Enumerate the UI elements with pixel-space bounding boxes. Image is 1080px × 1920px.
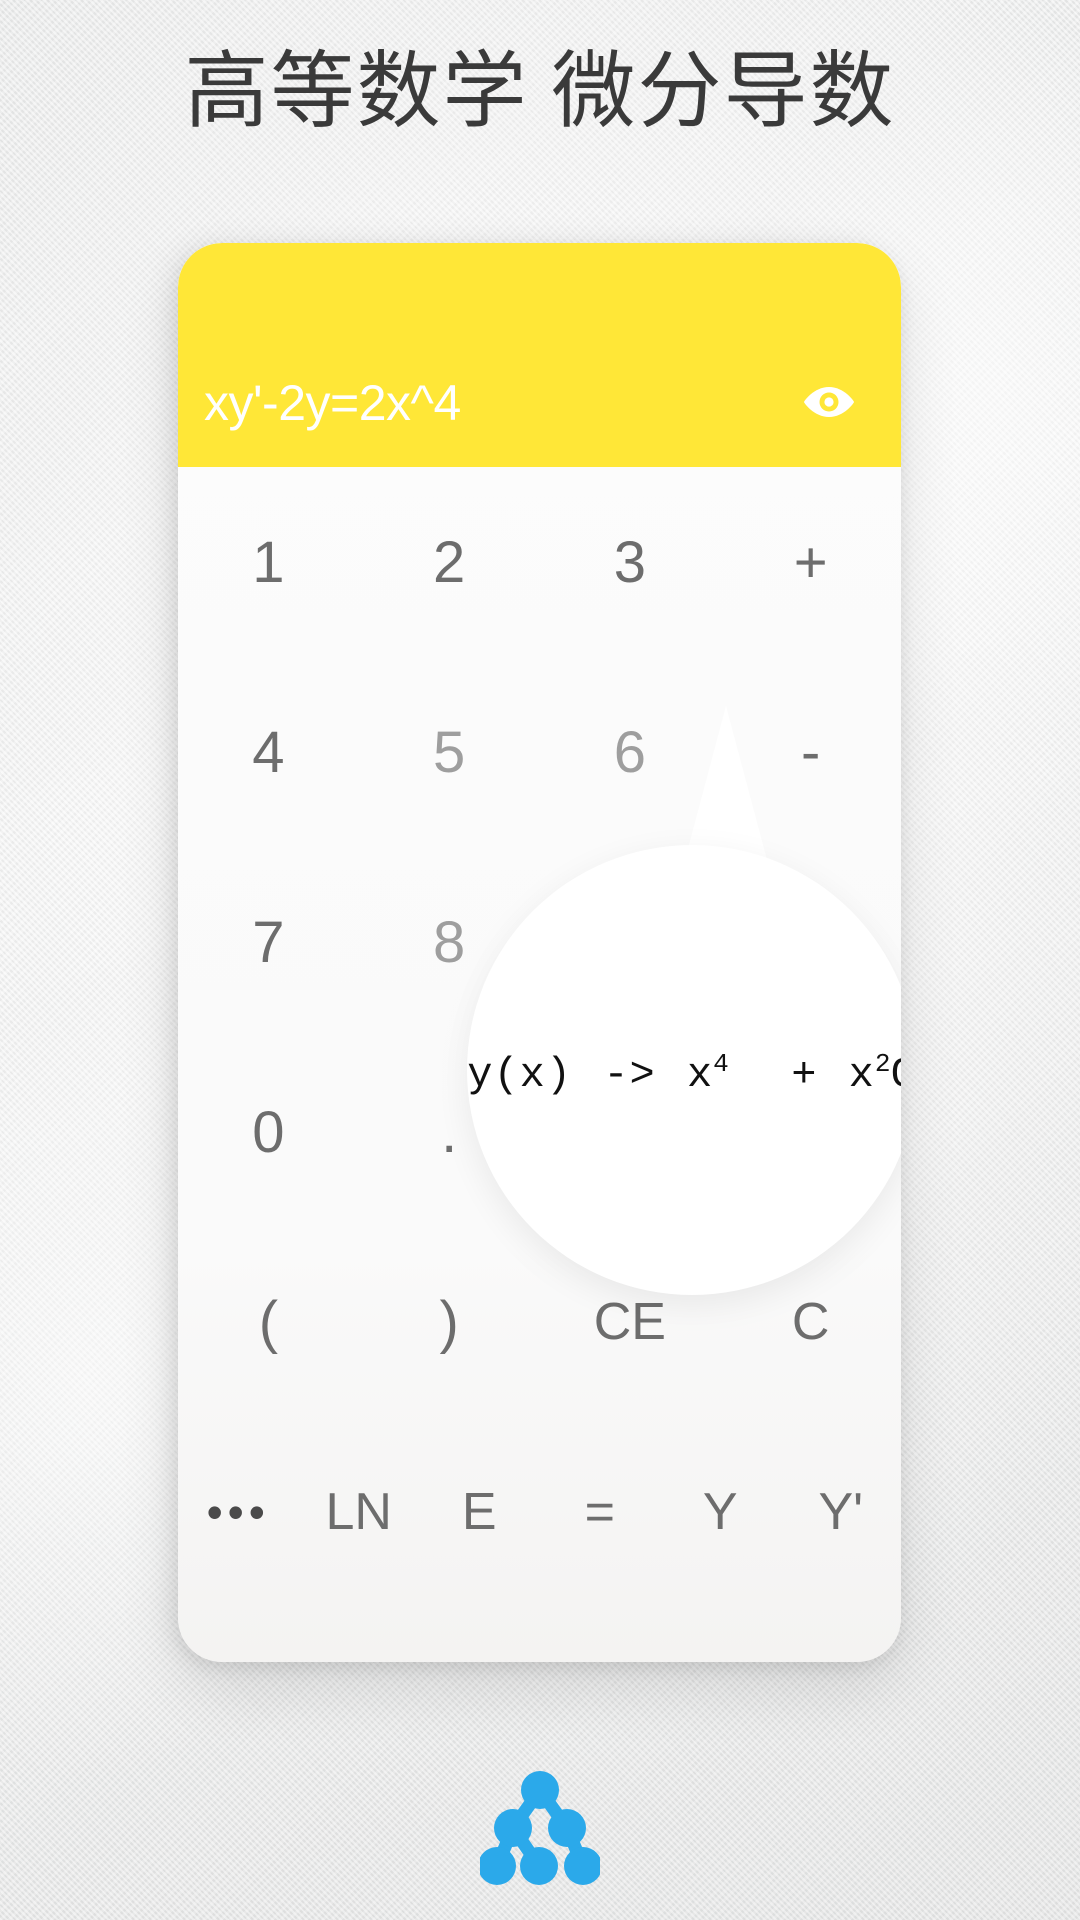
key-variable-y[interactable]: Y — [660, 1417, 781, 1607]
key-4[interactable]: 4 — [178, 657, 359, 847]
keypad-row-2: 4 5 6 - — [178, 657, 901, 847]
key-5[interactable]: 5 — [359, 657, 540, 847]
result-term2-base: x — [848, 1051, 875, 1099]
key-equals[interactable]: = — [540, 1417, 661, 1607]
eye-icon[interactable] — [799, 378, 859, 426]
result-term2-exponent: 2 — [874, 1049, 891, 1079]
keypad-row-1: 1 2 3 + — [178, 467, 901, 657]
calculator-card: xy'-2y=2x^4 1 2 3 + 4 5 6 - 7 8 9 × — [178, 243, 901, 1662]
result-constant: C — [891, 1051, 902, 1099]
key-1[interactable]: 1 — [178, 467, 359, 657]
result-operator: + — [791, 1051, 818, 1099]
result-lhs: y(x) — [467, 1051, 573, 1099]
key-variable-y-prime[interactable]: Y' — [781, 1417, 902, 1607]
equation-input[interactable]: xy'-2y=2x^4 — [204, 371, 764, 435]
key-0[interactable]: 0 — [178, 1037, 359, 1227]
key-paren-close[interactable]: ) — [359, 1227, 540, 1417]
equation-input-header: xy'-2y=2x^4 — [178, 243, 901, 467]
result-arrow: -> — [603, 1051, 656, 1099]
result-term1-base: x — [686, 1051, 714, 1099]
key-3[interactable]: 3 — [540, 467, 721, 657]
key-paren-open[interactable]: ( — [178, 1227, 359, 1417]
result-bubble[interactable]: y(x) -> x4 + x2C — [467, 845, 901, 1295]
result-expression: y(x) -> x4 + x2C — [467, 1049, 901, 1099]
key-more[interactable]: ••• — [178, 1417, 299, 1607]
result-term1-exponent: 4 — [713, 1049, 729, 1079]
binary-tree-logo — [0, 1770, 1080, 1888]
key-2[interactable]: 2 — [359, 467, 540, 657]
keypad-function-row: ••• LN E = Y Y' — [178, 1417, 901, 1607]
key-plus[interactable]: + — [720, 467, 901, 657]
key-7[interactable]: 7 — [178, 847, 359, 1037]
page-title: 高等数学 微分导数 — [184, 46, 896, 139]
key-e[interactable]: E — [419, 1417, 540, 1607]
key-ln[interactable]: LN — [299, 1417, 420, 1607]
